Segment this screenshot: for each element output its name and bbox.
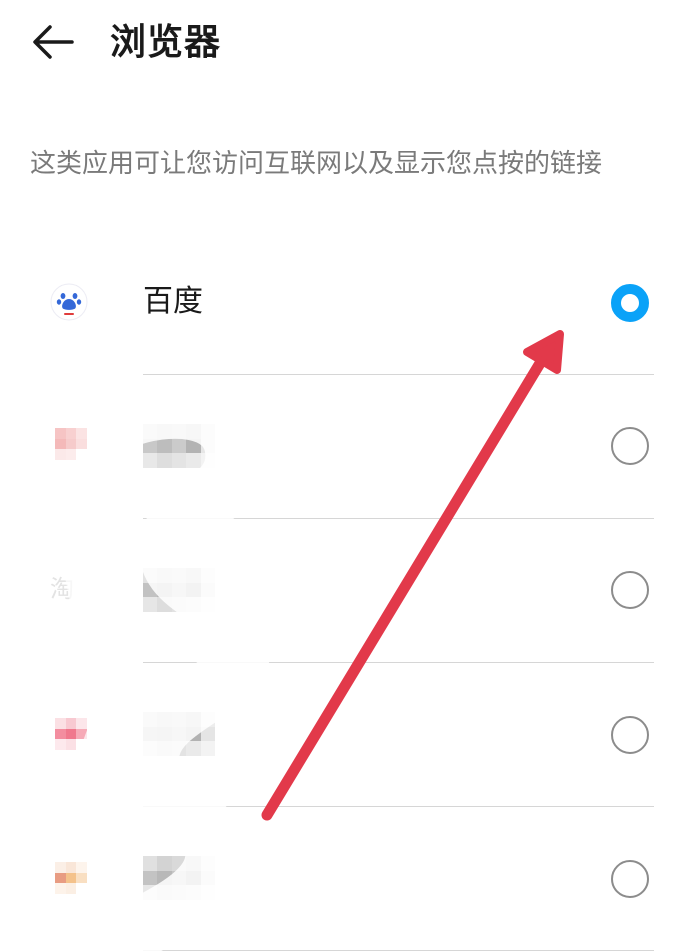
blurred-app-icon — [55, 428, 87, 460]
taobao-icon: 淘 — [50, 575, 74, 603]
browser-option-4[interactable] — [0, 662, 682, 806]
radio-selected[interactable] — [611, 284, 649, 322]
radio-unselected[interactable] — [611, 427, 649, 465]
blurred-app-label — [143, 424, 215, 468]
back-button[interactable] — [30, 22, 76, 62]
browser-option-2[interactable] — [0, 374, 682, 518]
radio-unselected[interactable] — [611, 716, 649, 754]
blurred-app-icon — [55, 718, 87, 750]
baidu-paw-icon — [50, 283, 88, 321]
browser-option-5[interactable] — [0, 806, 682, 950]
blurred-app-label — [143, 568, 215, 612]
blurred-app-icon — [55, 862, 87, 894]
radio-unselected[interactable] — [611, 571, 649, 609]
divider — [143, 950, 654, 951]
arrow-left-icon — [33, 25, 74, 59]
browser-settings-screen: 浏览器 这类应用可让您访问互联网以及显示您点按的链接 百度 淘 — [0, 0, 682, 952]
radio-unselected[interactable] — [611, 860, 649, 898]
app-label: 百度 — [143, 284, 203, 319]
page-description: 这类应用可让您访问互联网以及显示您点按的链接 — [30, 149, 603, 179]
page-title: 浏览器 — [110, 22, 222, 63]
browser-option-3[interactable]: 淘 — [0, 518, 682, 662]
blurred-app-label — [143, 856, 215, 900]
header: 浏览器 — [0, 0, 682, 90]
blurred-app-label — [143, 712, 215, 756]
browser-option-baidu[interactable]: 百度 — [0, 230, 682, 374]
